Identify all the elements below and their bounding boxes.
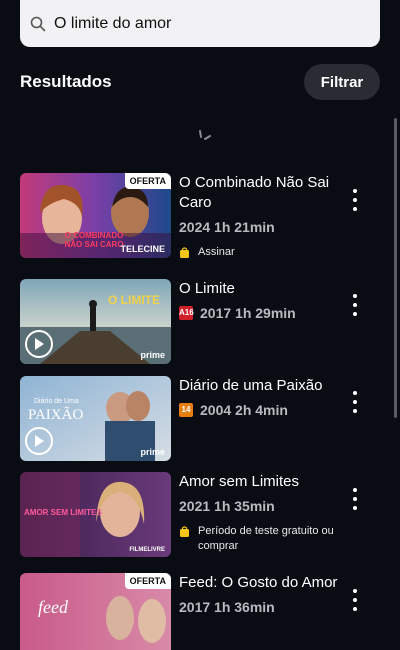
result-info: Amor sem Limites 2021 1h 35min Período d… (179, 472, 349, 554)
offer-text: Assinar (198, 246, 235, 258)
shopping-bag-icon (180, 247, 189, 258)
offer-badge: OFERTA (124, 573, 171, 589)
year-duration: 2024 1h 21min (179, 219, 275, 235)
thumbnail-title: feed (38, 597, 68, 617)
provider-logo: FILMELIVRE (129, 547, 165, 553)
result-meta: 2024 1h 21min (179, 219, 349, 235)
thumbnail-title: AMOR SEM LIMITES (24, 508, 102, 517)
shopping-bag-icon (180, 526, 189, 537)
thumbnail[interactable]: OFERTA feed (20, 573, 171, 650)
result-meta: 14 2004 2h 4min (179, 402, 349, 418)
result-meta: 2017 1h 36min (179, 599, 349, 615)
result-title[interactable]: O Limite (179, 279, 349, 299)
play-icon[interactable] (25, 330, 53, 358)
list-item[interactable]: OFERTA O COMBINADO NÃO SAI CARO TELECINE… (0, 173, 400, 263)
result-title[interactable]: Diário de uma Paixão (179, 376, 349, 396)
search-input[interactable]: O limite do amor (54, 15, 171, 33)
more-options-icon[interactable] (348, 589, 362, 611)
list-item[interactable]: OFERTA feed Feed: O Gosto do Amor 2017 1… (0, 573, 400, 650)
thumbnail-title: PAIXÃO (28, 407, 84, 423)
list-item[interactable]: Diário de Uma PAIXÃO prime Diário de uma… (0, 376, 400, 466)
loading-spinner-icon (197, 129, 213, 145)
more-options-icon[interactable] (348, 189, 362, 211)
thumbnail-title: O LIMITE (108, 293, 160, 307)
provider-logo: TELECINE (120, 244, 165, 254)
result-meta: 2021 1h 35min (179, 498, 349, 514)
thumbnail[interactable]: OFERTA O COMBINADO NÃO SAI CARO TELECINE (20, 173, 171, 258)
list-item[interactable]: O LIMITE prime O Limite A16 2017 1h 29mi… (0, 279, 400, 369)
result-info: O Limite A16 2017 1h 29min (179, 279, 349, 321)
thumbnail[interactable]: Diário de Uma PAIXÃO prime (20, 376, 171, 461)
scrollbar[interactable] (394, 118, 397, 418)
more-options-icon[interactable] (348, 391, 362, 413)
year-duration: 2017 1h 29min (200, 305, 296, 321)
more-options-icon[interactable] (348, 488, 362, 510)
year-duration: 2021 1h 35min (179, 498, 275, 514)
page-title: Resultados (20, 72, 112, 91)
thumbnail[interactable]: O LIMITE prime (20, 279, 171, 364)
age-rating-badge: A16 (179, 306, 194, 320)
provider-logo: prime (140, 447, 165, 457)
result-meta: A16 2017 1h 29min (179, 305, 349, 321)
play-icon[interactable] (25, 427, 53, 455)
result-info: Diário de uma Paixão 14 2004 2h 4min (179, 376, 349, 418)
provider-logo: prime (140, 350, 165, 360)
filter-button[interactable]: Filtrar (304, 64, 380, 100)
thumbnail-title: O COMBINADO NÃO SAI CARO (64, 231, 124, 249)
offer-badge: OFERTA (124, 173, 171, 189)
offer-text: Período de teste gratuito ou comprar (198, 525, 334, 552)
list-item[interactable]: AMOR SEM LIMITES FILMELIVRE Amor sem Lim… (0, 472, 400, 562)
search-icon (30, 15, 48, 33)
result-info: O Combinado Não Sai Caro 2024 1h 21min A… (179, 173, 349, 260)
thumbnail[interactable]: AMOR SEM LIMITES FILMELIVRE (20, 472, 171, 557)
year-duration: 2004 2h 4min (200, 402, 288, 418)
thumbnail-subtitle: Diário de Uma (34, 398, 79, 405)
search-bar[interactable]: O limite do amor (20, 0, 380, 47)
result-title[interactable]: Amor sem Limites (179, 472, 349, 492)
result-title[interactable]: Feed: O Gosto do Amor (179, 573, 349, 593)
more-options-icon[interactable] (348, 294, 362, 316)
offer-row[interactable]: Período de teste gratuito ou comprar (179, 524, 349, 554)
year-duration: 2017 1h 36min (179, 599, 275, 615)
result-info: Feed: O Gosto do Amor 2017 1h 36min (179, 573, 349, 615)
offer-row[interactable]: Assinar (179, 245, 349, 260)
result-title[interactable]: O Combinado Não Sai Caro (179, 173, 349, 213)
age-rating-badge: 14 (179, 403, 193, 417)
